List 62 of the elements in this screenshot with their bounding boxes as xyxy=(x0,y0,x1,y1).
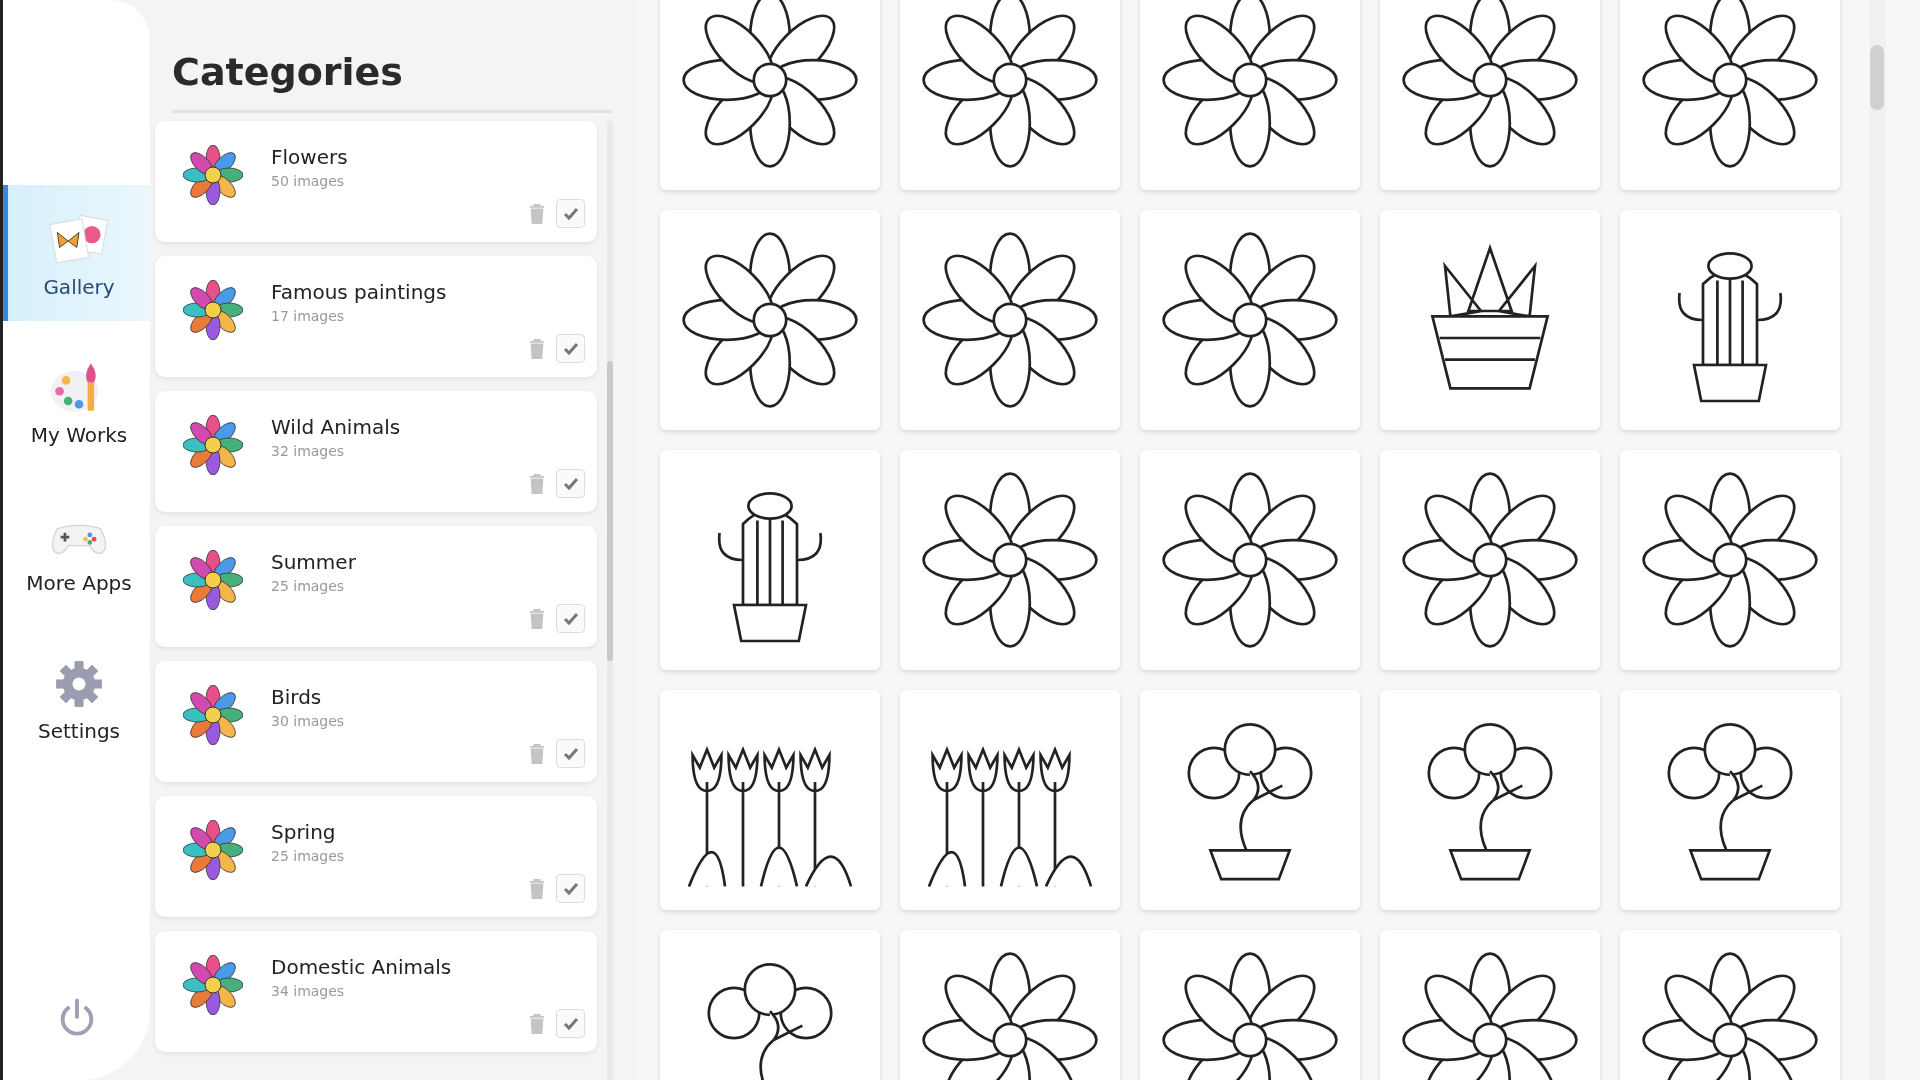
checkbox[interactable] xyxy=(556,469,585,498)
category-name: Summer xyxy=(271,550,357,574)
category-name: Flowers xyxy=(271,145,349,169)
category-card[interactable]: Birds 30 images xyxy=(155,661,597,782)
coloring-page-tile[interactable] xyxy=(660,0,880,190)
category-name: Domestic Animals xyxy=(271,955,453,979)
coloring-page-tile[interactable] xyxy=(1380,210,1600,430)
checkbox[interactable] xyxy=(556,199,585,228)
scrollbar[interactable] xyxy=(1870,0,1886,1080)
coloring-page-tile[interactable] xyxy=(900,0,1120,190)
coloring-page-tile[interactable] xyxy=(660,690,880,910)
nav-item[interactable]: More Apps xyxy=(3,481,150,617)
checkbox[interactable] xyxy=(556,604,585,633)
coloring-page-tile[interactable] xyxy=(900,690,1120,910)
coloring-page-tile[interactable] xyxy=(900,210,1120,430)
image-count: 25 images xyxy=(271,578,346,594)
coloring-page-tile[interactable] xyxy=(1140,450,1360,670)
coloring-page-tile[interactable] xyxy=(1620,0,1840,190)
coloring-page-tile[interactable] xyxy=(1140,0,1360,190)
mandala-thumbnail-icon xyxy=(183,145,243,205)
category-card[interactable]: Famous paintings 17 images xyxy=(155,256,597,377)
image-count: 50 images xyxy=(271,173,346,189)
category-card[interactable]: Summer 25 images xyxy=(155,526,597,647)
mandala-thumbnail-icon xyxy=(183,280,243,340)
nav-item[interactable]: Settings xyxy=(3,629,150,765)
image-count: 34 images xyxy=(271,983,346,999)
checkbox[interactable] xyxy=(556,334,585,363)
image-count: 17 images xyxy=(271,308,346,324)
mandala-thumbnail-icon xyxy=(183,820,243,880)
category-card[interactable]: Domestic Animals 34 images xyxy=(155,931,597,1052)
category-name: Wild Animals xyxy=(271,415,402,439)
coloring-page-tile[interactable] xyxy=(1140,690,1360,910)
category-name: Spring xyxy=(271,820,337,844)
coloring-page-tile[interactable] xyxy=(1620,690,1840,910)
category-name: Birds xyxy=(271,685,323,709)
category-card[interactable]: Flowers 50 images xyxy=(155,121,597,242)
coloring-page-tile[interactable] xyxy=(660,210,880,430)
coloring-page-tile[interactable] xyxy=(1380,690,1600,910)
checkbox[interactable] xyxy=(556,874,585,903)
nav-item[interactable]: Gallery xyxy=(3,185,150,321)
image-count: 30 images xyxy=(271,713,346,729)
category-card[interactable]: Spring 25 images xyxy=(155,796,597,917)
category-name: Famous paintings xyxy=(271,280,448,304)
mandala-thumbnail-icon xyxy=(183,415,243,475)
checkbox[interactable] xyxy=(556,739,585,768)
scrollbar[interactable] xyxy=(607,121,613,1080)
coloring-page-tile[interactable] xyxy=(1380,0,1600,190)
mandala-thumbnail-icon xyxy=(183,685,243,745)
image-count: 32 images xyxy=(271,443,346,459)
mandala-thumbnail-icon xyxy=(183,955,243,1015)
checkbox[interactable] xyxy=(556,1009,585,1038)
mandala-thumbnail-icon xyxy=(183,550,243,610)
categories-heading: Categories xyxy=(172,50,612,113)
coloring-page-tile[interactable] xyxy=(1620,210,1840,430)
nav-item[interactable]: My Works xyxy=(3,333,150,469)
coloring-page-tile[interactable] xyxy=(1140,210,1360,430)
image-count: 25 images xyxy=(271,848,346,864)
coloring-page-tile[interactable] xyxy=(660,450,880,670)
coloring-page-tile[interactable] xyxy=(1380,450,1600,670)
category-card[interactable]: Wild Animals 32 images xyxy=(155,391,597,512)
coloring-page-tile[interactable] xyxy=(1620,450,1840,670)
coloring-page-tile[interactable] xyxy=(900,450,1120,670)
